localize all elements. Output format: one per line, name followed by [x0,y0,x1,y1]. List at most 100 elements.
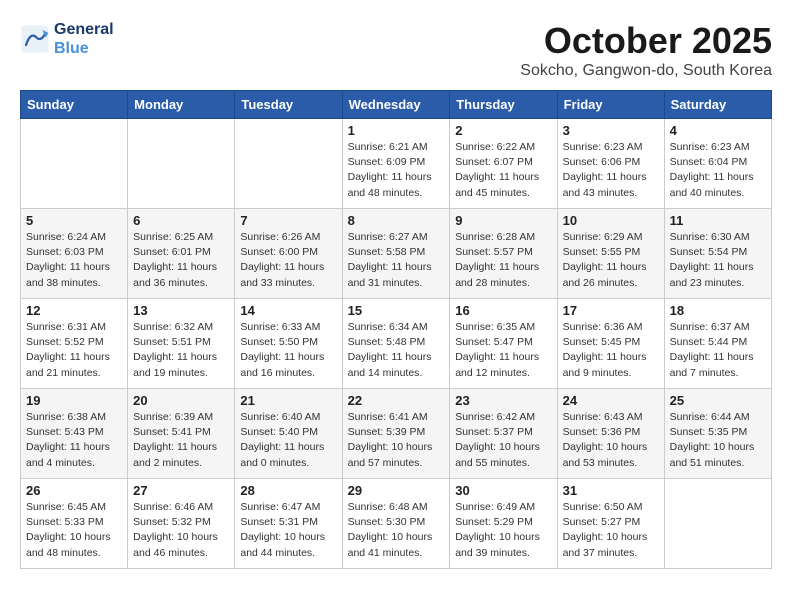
calendar-cell: 8 Sunrise: 6:27 AMSunset: 5:58 PMDaylight… [342,209,450,299]
day-number: 11 [670,213,766,228]
calendar-cell: 26 Sunrise: 6:45 AMSunset: 5:33 PMDayligh… [21,479,128,569]
calendar-cell: 15 Sunrise: 6:34 AMSunset: 5:48 PMDayligh… [342,299,450,389]
day-number: 28 [240,483,336,498]
day-number: 27 [133,483,229,498]
calendar-cell: 5 Sunrise: 6:24 AMSunset: 6:03 PMDaylight… [21,209,128,299]
calendar-cell: 24 Sunrise: 6:43 AMSunset: 5:36 PMDayligh… [557,389,664,479]
day-number: 24 [563,393,659,408]
day-number: 31 [563,483,659,498]
day-info: Sunrise: 6:42 AMSunset: 5:37 PMDaylight:… [455,410,551,471]
weekday-header: Monday [128,91,235,119]
weekday-header: Sunday [21,91,128,119]
calendar-cell: 3 Sunrise: 6:23 AMSunset: 6:06 PMDaylight… [557,119,664,209]
calendar-cell: 12Sunrise: 6:31 AMSunset: 5:52 PMDayligh… [21,299,128,389]
day-number: 16 [455,303,551,318]
calendar-cell: 20Sunrise: 6:39 AMSunset: 5:41 PMDayligh… [128,389,235,479]
day-number: 8 [348,213,445,228]
day-number: 17 [563,303,659,318]
calendar-cell: 23 Sunrise: 6:42 AMSunset: 5:37 PMDayligh… [450,389,557,479]
calendar-cell: 27 Sunrise: 6:46 AMSunset: 5:32 PMDayligh… [128,479,235,569]
calendar-cell: 28 Sunrise: 6:47 AMSunset: 5:31 PMDayligh… [235,479,342,569]
day-number: 25 [670,393,766,408]
calendar-cell: 25 Sunrise: 6:44 AMSunset: 5:35 PMDayligh… [664,389,771,479]
day-info: Sunrise: 6:33 AMSunset: 5:50 PMDaylight:… [240,320,336,381]
calendar-cell: 9Sunrise: 6:28 AMSunset: 5:57 PMDaylight… [450,209,557,299]
day-number: 23 [455,393,551,408]
day-number: 9 [455,213,551,228]
day-number: 2 [455,123,551,138]
day-number: 30 [455,483,551,498]
day-number: 22 [348,393,445,408]
calendar-cell: 7Sunrise: 6:26 AMSunset: 6:00 PMDaylight… [235,209,342,299]
day-info: Sunrise: 6:27 AMSunset: 5:58 PMDaylight:… [348,230,445,291]
month-title: October 2025 [520,20,772,62]
location-subtitle: Sokcho, Gangwon-do, South Korea [520,62,772,80]
day-number: 18 [670,303,766,318]
day-info: Sunrise: 6:30 AMSunset: 5:54 PMDaylight:… [670,230,766,291]
day-info: Sunrise: 6:49 AMSunset: 5:29 PMDaylight:… [455,500,551,561]
calendar-cell: 2 Sunrise: 6:22 AMSunset: 6:07 PMDaylight… [450,119,557,209]
logo-icon [20,24,50,54]
calendar-cell: 22 Sunrise: 6:41 AMSunset: 5:39 PMDayligh… [342,389,450,479]
day-info: Sunrise: 6:41 AMSunset: 5:39 PMDaylight:… [348,410,445,471]
day-number: 29 [348,483,445,498]
calendar-cell [664,479,771,569]
calendar-week-row: 19 Sunrise: 6:38 AMSunset: 5:43 PMDayligh… [21,389,772,479]
title-block: October 2025 Sokcho, Gangwon-do, South K… [520,20,772,80]
day-number: 26 [26,483,122,498]
day-number: 5 [26,213,122,228]
day-number: 6 [133,213,229,228]
day-number: 14 [240,303,336,318]
calendar-cell: 31Sunrise: 6:50 AMSunset: 5:27 PMDayligh… [557,479,664,569]
calendar-cell: 18Sunrise: 6:37 AMSunset: 5:44 PMDayligh… [664,299,771,389]
calendar-table: SundayMondayTuesdayWednesdayThursdayFrid… [20,90,772,569]
day-number: 7 [240,213,336,228]
day-number: 12 [26,303,122,318]
calendar-week-row: 1 Sunrise: 6:21 AMSunset: 6:09 PMDaylight… [21,119,772,209]
day-info: Sunrise: 6:48 AMSunset: 5:30 PMDaylight:… [348,500,445,561]
day-number: 10 [563,213,659,228]
day-info: Sunrise: 6:23 AMSunset: 6:06 PMDaylight:… [563,140,659,201]
weekday-header: Wednesday [342,91,450,119]
calendar-cell [21,119,128,209]
calendar-cell: 6Sunrise: 6:25 AMSunset: 6:01 PMDaylight… [128,209,235,299]
calendar-week-row: 5 Sunrise: 6:24 AMSunset: 6:03 PMDaylight… [21,209,772,299]
calendar-cell: 29 Sunrise: 6:48 AMSunset: 5:30 PMDayligh… [342,479,450,569]
calendar-cell: 11 Sunrise: 6:30 AMSunset: 5:54 PMDayligh… [664,209,771,299]
calendar-cell: 10 Sunrise: 6:29 AMSunset: 5:55 PMDayligh… [557,209,664,299]
day-info: Sunrise: 6:38 AMSunset: 5:43 PMDaylight:… [26,410,122,471]
day-number: 15 [348,303,445,318]
calendar-week-row: 26 Sunrise: 6:45 AMSunset: 5:33 PMDayligh… [21,479,772,569]
weekday-header: Thursday [450,91,557,119]
page-header: General Blue October 2025 Sokcho, Gangwo… [20,20,772,80]
day-info: Sunrise: 6:40 AMSunset: 5:40 PMDaylight:… [240,410,336,471]
calendar-cell: 1 Sunrise: 6:21 AMSunset: 6:09 PMDaylight… [342,119,450,209]
logo: General Blue [20,20,114,58]
day-info: Sunrise: 6:43 AMSunset: 5:36 PMDaylight:… [563,410,659,471]
day-info: Sunrise: 6:24 AMSunset: 6:03 PMDaylight:… [26,230,122,291]
calendar-cell: 16Sunrise: 6:35 AMSunset: 5:47 PMDayligh… [450,299,557,389]
day-info: Sunrise: 6:29 AMSunset: 5:55 PMDaylight:… [563,230,659,291]
day-info: Sunrise: 6:46 AMSunset: 5:32 PMDaylight:… [133,500,229,561]
day-number: 3 [563,123,659,138]
calendar-cell: 30 Sunrise: 6:49 AMSunset: 5:29 PMDayligh… [450,479,557,569]
day-number: 20 [133,393,229,408]
calendar-cell: 21 Sunrise: 6:40 AMSunset: 5:40 PMDayligh… [235,389,342,479]
day-info: Sunrise: 6:44 AMSunset: 5:35 PMDaylight:… [670,410,766,471]
calendar-cell [128,119,235,209]
day-info: Sunrise: 6:22 AMSunset: 6:07 PMDaylight:… [455,140,551,201]
day-number: 21 [240,393,336,408]
day-info: Sunrise: 6:45 AMSunset: 5:33 PMDaylight:… [26,500,122,561]
day-info: Sunrise: 6:21 AMSunset: 6:09 PMDaylight:… [348,140,445,201]
day-info: Sunrise: 6:34 AMSunset: 5:48 PMDaylight:… [348,320,445,381]
calendar-cell [235,119,342,209]
day-info: Sunrise: 6:47 AMSunset: 5:31 PMDaylight:… [240,500,336,561]
weekday-header: Tuesday [235,91,342,119]
logo-text: General Blue [54,20,114,58]
calendar-cell: 17Sunrise: 6:36 AMSunset: 5:45 PMDayligh… [557,299,664,389]
day-number: 1 [348,123,445,138]
calendar-cell: 4Sunrise: 6:23 AMSunset: 6:04 PMDaylight… [664,119,771,209]
calendar-week-row: 12Sunrise: 6:31 AMSunset: 5:52 PMDayligh… [21,299,772,389]
calendar-header-row: SundayMondayTuesdayWednesdayThursdayFrid… [21,91,772,119]
day-number: 19 [26,393,122,408]
